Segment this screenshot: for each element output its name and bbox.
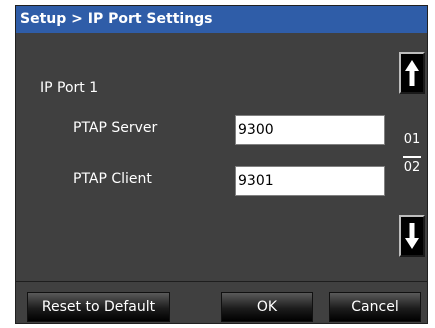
ptap-server-input[interactable]	[235, 115, 385, 145]
ip-port-settings-dialog: Setup > IP Port Settings IP Port 1 PTAP …	[15, 5, 428, 324]
section-label-ip-port: IP Port 1	[40, 80, 99, 96]
ptap-client-label: PTAP Client	[73, 171, 152, 187]
screen: Setup > IP Port Settings IP Port 1 PTAP …	[0, 0, 435, 328]
ptap-server-label: PTAP Server	[73, 120, 158, 136]
cancel-button[interactable]: Cancel	[329, 292, 421, 322]
page-separator	[403, 156, 421, 158]
ok-button[interactable]: OK	[221, 292, 313, 322]
scroll-down-button[interactable]	[399, 215, 425, 257]
page-total: 02	[403, 160, 421, 175]
divider	[16, 281, 427, 282]
window-title: Setup > IP Port Settings	[16, 6, 427, 33]
reset-to-default-button[interactable]: Reset to Default	[27, 292, 170, 322]
scroll-up-button[interactable]	[399, 52, 425, 94]
arrow-down-icon	[405, 223, 419, 249]
page-current: 01	[403, 132, 421, 147]
arrow-up-icon	[405, 60, 419, 86]
ptap-client-input[interactable]	[235, 166, 385, 196]
